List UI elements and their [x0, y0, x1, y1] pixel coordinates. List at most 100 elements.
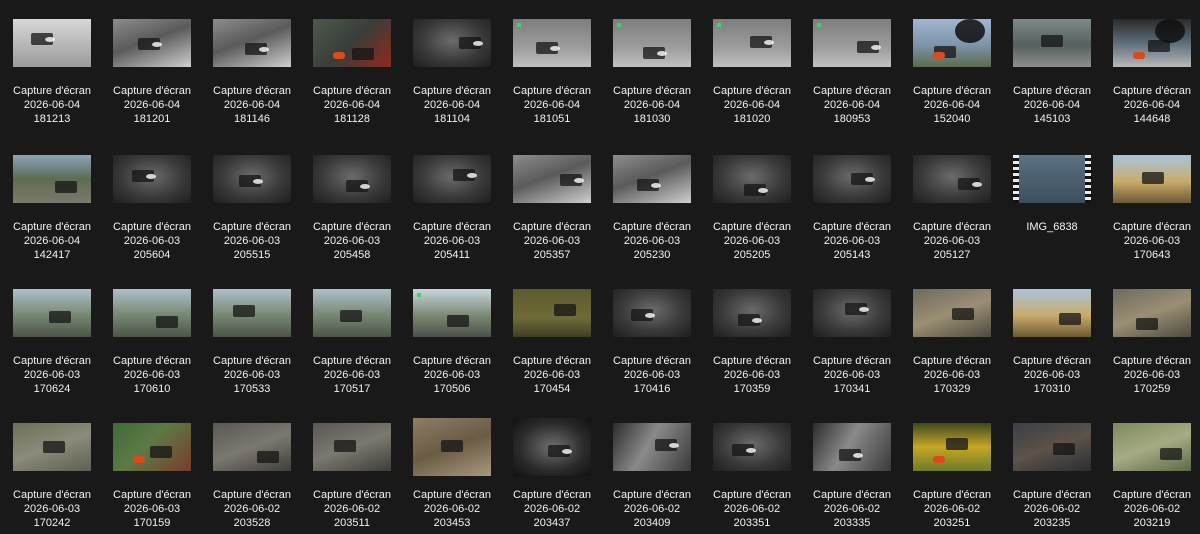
file-name-line1: Capture d'écran — [913, 489, 991, 501]
heat-signature — [473, 41, 483, 46]
file-item[interactable]: Capture d'écran 2026-06-04 181213 — [4, 4, 100, 134]
file-name: Capture d'écran 2026-06-02 203409 — [604, 488, 700, 530]
thumbnail-image — [213, 155, 291, 203]
file-name-line3: 170517 — [333, 383, 371, 395]
file-item[interactable]: Capture d'écran 2026-06-04 152040 — [904, 4, 1000, 134]
file-item[interactable]: Capture d'écran 2026-06-02 203235 — [1004, 408, 1100, 534]
file-name-line2: 2026-06-04 — [1023, 99, 1081, 111]
file-name-line1: Capture d'écran — [913, 355, 991, 367]
file-item[interactable]: Capture d'écran 2026-06-03 170533 — [204, 274, 300, 404]
file-item[interactable]: Capture d'écran 2026-06-04 181051 — [504, 4, 600, 134]
file-item[interactable]: Capture d'écran 2026-06-02 203453 — [404, 408, 500, 534]
file-item[interactable]: Capture d'écran 2026-06-04 181128 — [304, 4, 400, 134]
thumbnail-frame — [4, 408, 100, 486]
file-item[interactable]: Capture d'écran 2026-06-03 205205 — [704, 140, 800, 270]
thumbnail-image — [1013, 423, 1091, 471]
thumbnail-frame — [804, 274, 900, 352]
heat-signature — [651, 183, 661, 188]
file-name-line1: Capture d'écran — [313, 85, 391, 97]
vehicle-shape — [334, 440, 356, 452]
thumbnail-image — [1113, 423, 1191, 471]
thumbnail-image — [1013, 155, 1091, 203]
vehicle-shape — [1136, 318, 1158, 330]
file-item[interactable]: Capture d'écran 2026-06-03 170242 — [4, 408, 100, 534]
thumbnail-image — [613, 423, 691, 471]
file-grid: Capture d'écran 2026-06-04 181213 Capture d… — [0, 0, 1200, 534]
file-item[interactable]: Capture d'écran 2026-06-02 203251 — [904, 408, 1000, 534]
file-name: Capture d'écran 2026-06-03 170454 — [504, 354, 600, 396]
file-item[interactable]: Capture d'écran 2026-06-04 145103 — [1004, 4, 1100, 134]
file-item[interactable]: Capture d'écran 2026-06-03 170610 — [104, 274, 200, 404]
file-item[interactable]: Capture d'écran 2026-06-03 170517 — [304, 274, 400, 404]
file-item[interactable]: Capture d'écran 2026-06-02 203219 — [1104, 408, 1200, 534]
red-object — [333, 52, 345, 59]
file-item[interactable]: IMG_6838 — [1004, 140, 1100, 270]
thumbnail-frame — [204, 140, 300, 218]
file-item[interactable]: Capture d'écran 2026-06-03 170506 — [404, 274, 500, 404]
file-item[interactable]: Capture d'écran 2026-06-03 170329 — [904, 274, 1000, 404]
thumbnail-frame — [604, 140, 700, 218]
file-name: Capture d'écran 2026-06-03 205205 — [704, 220, 800, 262]
file-item[interactable]: Capture d'écran 2026-06-03 205230 — [604, 140, 700, 270]
file-item[interactable]: Capture d'écran 2026-06-02 203511 — [304, 408, 400, 534]
file-name-line1: Capture d'écran — [213, 489, 291, 501]
file-name: Capture d'écran 2026-06-02 203235 — [1004, 488, 1100, 530]
thumbnail-image — [913, 289, 991, 337]
file-item[interactable]: Capture d'écran 2026-06-03 170259 — [1104, 274, 1200, 404]
file-item[interactable]: Capture d'écran 2026-06-03 170454 — [504, 274, 600, 404]
file-item[interactable]: Capture d'écran 2026-06-03 170643 — [1104, 140, 1200, 270]
file-item[interactable]: Capture d'écran 2026-06-04 181020 — [704, 4, 800, 134]
file-item[interactable]: Capture d'écran 2026-06-04 180953 — [804, 4, 900, 134]
file-name-line2: 2026-06-04 — [223, 99, 281, 111]
file-name-line1: Capture d'écran — [213, 221, 291, 233]
file-name-line1: Capture d'écran — [113, 85, 191, 97]
file-item[interactable]: Capture d'écran 2026-06-04 144648 — [1104, 4, 1200, 134]
thumbnail-image — [713, 423, 791, 471]
file-name-line3: 142417 — [33, 249, 71, 261]
file-item[interactable]: Capture d'écran 2026-06-03 205515 — [204, 140, 300, 270]
file-item[interactable]: Capture d'écran 2026-06-02 203437 — [504, 408, 600, 534]
file-item[interactable]: Capture d'écran 2026-06-03 170159 — [104, 408, 200, 534]
file-item[interactable]: Capture d'écran 2026-06-02 203335 — [804, 408, 900, 534]
vehicle-shape — [156, 316, 178, 328]
file-item[interactable]: Capture d'écran 2026-06-02 203351 — [704, 408, 800, 534]
file-item[interactable]: Capture d'écran 2026-06-02 203528 — [204, 408, 300, 534]
file-name-line1: Capture d'écran — [713, 221, 791, 233]
file-name-line2: 2026-06-03 — [823, 369, 881, 381]
file-item[interactable]: Capture d'écran 2026-06-02 203409 — [604, 408, 700, 534]
file-name-line2: 2026-06-03 — [123, 503, 181, 515]
file-item[interactable]: Capture d'écran 2026-06-03 170310 — [1004, 274, 1100, 404]
file-item[interactable]: Capture d'écran 2026-06-03 170359 — [704, 274, 800, 404]
file-item[interactable]: Capture d'écran 2026-06-03 205127 — [904, 140, 1000, 270]
file-item[interactable]: Capture d'écran 2026-06-03 205458 — [304, 140, 400, 270]
file-item[interactable]: Capture d'écran 2026-06-03 205143 — [804, 140, 900, 270]
file-name-line2: 2026-06-03 — [123, 235, 181, 247]
file-item[interactable]: Capture d'écran 2026-06-04 181201 — [104, 4, 200, 134]
file-item[interactable]: Capture d'écran 2026-06-04 181104 — [404, 4, 500, 134]
thumbnail-image — [713, 19, 791, 67]
thumbnail-frame — [204, 408, 300, 486]
file-item[interactable]: Capture d'écran 2026-06-03 170416 — [604, 274, 700, 404]
file-name-line2: 2026-06-03 — [623, 235, 681, 247]
thumbnail-frame — [4, 4, 100, 82]
file-item[interactable]: Capture d'écran 2026-06-03 170341 — [804, 274, 900, 404]
file-item[interactable]: Capture d'écran 2026-06-03 205357 — [504, 140, 600, 270]
file-name-line2: 2026-06-03 — [323, 235, 381, 247]
file-name-line2: 2026-06-02 — [723, 503, 781, 515]
file-name-line2: 2026-06-04 — [623, 99, 681, 111]
file-item[interactable]: Capture d'écran 2026-06-03 205411 — [404, 140, 500, 270]
file-name-line3: 205604 — [133, 249, 171, 261]
file-name-line3: 203335 — [833, 517, 871, 529]
file-item[interactable]: Capture d'écran 2026-06-04 142417 — [4, 140, 100, 270]
thumbnail-image — [13, 155, 91, 203]
hud-marker — [617, 23, 621, 27]
thumbnail-image — [513, 19, 591, 67]
red-object — [133, 456, 145, 463]
file-name-line3: 170329 — [933, 383, 971, 395]
file-item[interactable]: Capture d'écran 2026-06-04 181146 — [204, 4, 300, 134]
thumbnail-image — [513, 418, 591, 476]
file-item[interactable]: Capture d'écran 2026-06-03 205604 — [104, 140, 200, 270]
file-name-line1: Capture d'écran — [413, 489, 491, 501]
file-item[interactable]: Capture d'écran 2026-06-03 170624 — [4, 274, 100, 404]
file-item[interactable]: Capture d'écran 2026-06-04 181030 — [604, 4, 700, 134]
